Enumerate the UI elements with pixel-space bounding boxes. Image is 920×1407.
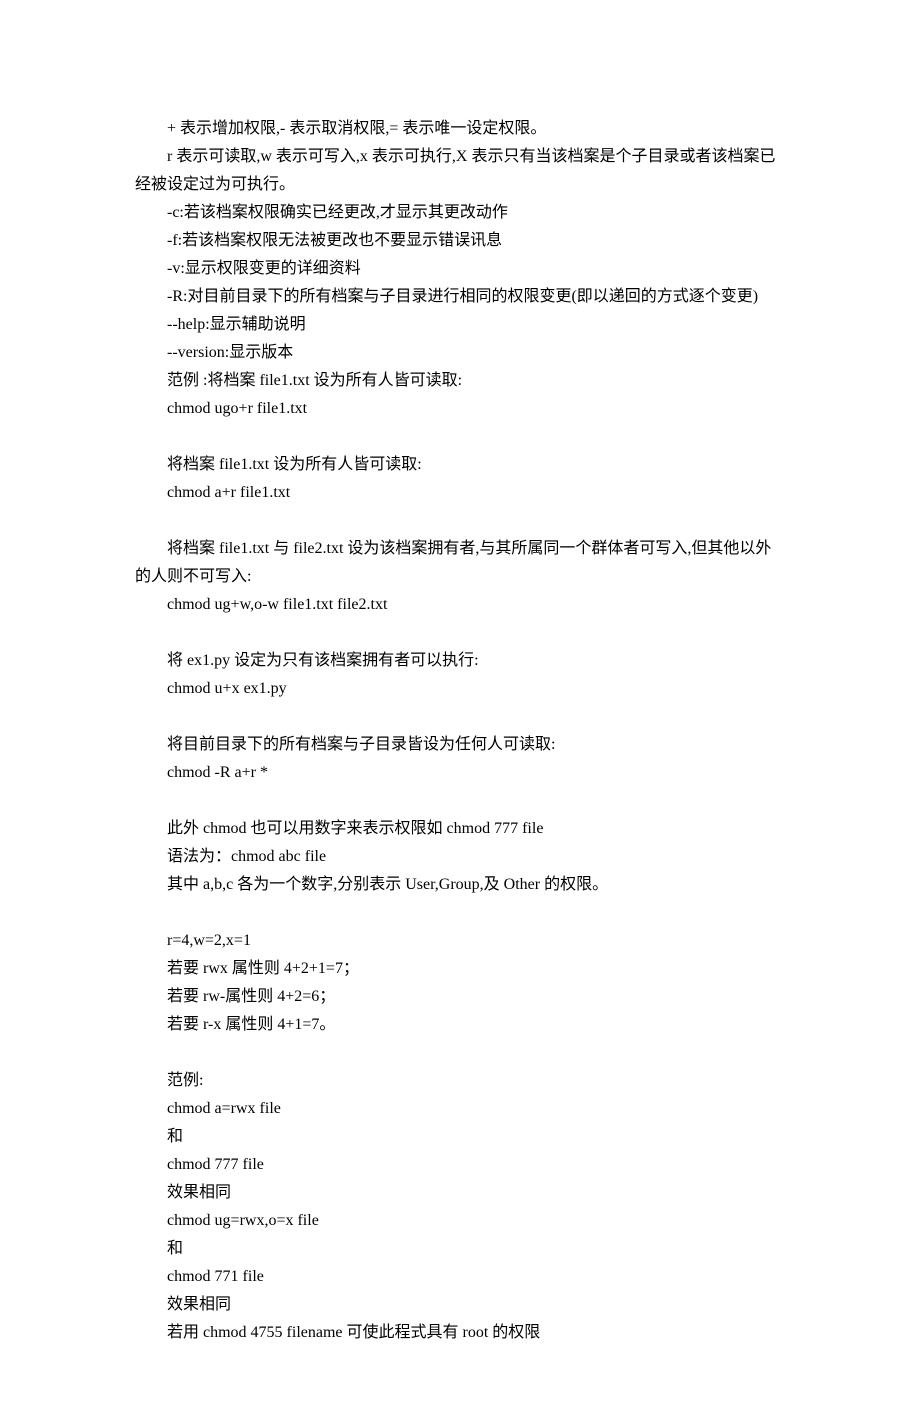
text-line: -c:若该档案权限确实已经更改,才显示其更改动作 <box>135 199 785 227</box>
text-line: -R:对目前目录下的所有档案与子目录进行相同的权限变更(即以递回的方式逐个变更) <box>135 283 785 311</box>
blank-line <box>135 423 785 451</box>
text-line: 若要 rwx 属性则 4+2+1=7； <box>135 955 785 983</box>
blank-line <box>135 899 785 927</box>
text-line: chmod a=rwx file <box>135 1095 785 1123</box>
text-line: -v:显示权限变更的详细资料 <box>135 255 785 283</box>
text-line: r=4,w=2,x=1 <box>135 927 785 955</box>
text-line: 范例 :将档案 file1.txt 设为所有人皆可读取: <box>135 367 785 395</box>
text-line: 将档案 file1.txt 与 file2.txt 设为该档案拥有者,与其所属同… <box>135 535 785 591</box>
text-line: chmod a+r file1.txt <box>135 479 785 507</box>
blank-line <box>135 1039 785 1067</box>
text-line: chmod 771 file <box>135 1263 785 1291</box>
text-line: 将档案 file1.txt 设为所有人皆可读取: <box>135 451 785 479</box>
blank-line <box>135 703 785 731</box>
text-line: --help:显示辅助说明 <box>135 311 785 339</box>
text-line: -f:若该档案权限无法被更改也不要显示错误讯息 <box>135 227 785 255</box>
text-line: chmod ugo+r file1.txt <box>135 395 785 423</box>
blank-line <box>135 507 785 535</box>
text-line: chmod ug+w,o-w file1.txt file2.txt <box>135 591 785 619</box>
text-line: 和 <box>135 1235 785 1263</box>
text-line: 语法为：chmod abc file <box>135 843 785 871</box>
text-line: + 表示增加权限,- 表示取消权限,= 表示唯一设定权限。 <box>135 115 785 143</box>
text-line: 将 ex1.py 设定为只有该档案拥有者可以执行: <box>135 647 785 675</box>
text-line: 若要 rw-属性则 4+2=6； <box>135 983 785 1011</box>
text-line: 其中 a,b,c 各为一个数字,分别表示 User,Group,及 Other … <box>135 871 785 899</box>
text-line: r 表示可读取,w 表示可写入,x 表示可执行,X 表示只有当该档案是个子目录或… <box>135 143 785 199</box>
text-line: chmod 777 file <box>135 1151 785 1179</box>
text-line: chmod u+x ex1.py <box>135 675 785 703</box>
text-line: chmod -R a+r * <box>135 759 785 787</box>
text-line: 将目前目录下的所有档案与子目录皆设为任何人可读取: <box>135 731 785 759</box>
blank-line <box>135 787 785 815</box>
text-line: 范例: <box>135 1067 785 1095</box>
text-line: 和 <box>135 1123 785 1151</box>
text-line: 效果相同 <box>135 1291 785 1319</box>
blank-line <box>135 619 785 647</box>
text-line: 若用 chmod 4755 filename 可使此程式具有 root 的权限 <box>135 1319 785 1347</box>
text-line: chmod ug=rwx,o=x file <box>135 1207 785 1235</box>
text-line: --version:显示版本 <box>135 339 785 367</box>
text-line: 若要 r-x 属性则 4+1=7。 <box>135 1011 785 1039</box>
document-content: + 表示增加权限,- 表示取消权限,= 表示唯一设定权限。r 表示可读取,w 表… <box>135 115 785 1347</box>
text-line: 此外 chmod 也可以用数字来表示权限如 chmod 777 file <box>135 815 785 843</box>
text-line: 效果相同 <box>135 1179 785 1207</box>
